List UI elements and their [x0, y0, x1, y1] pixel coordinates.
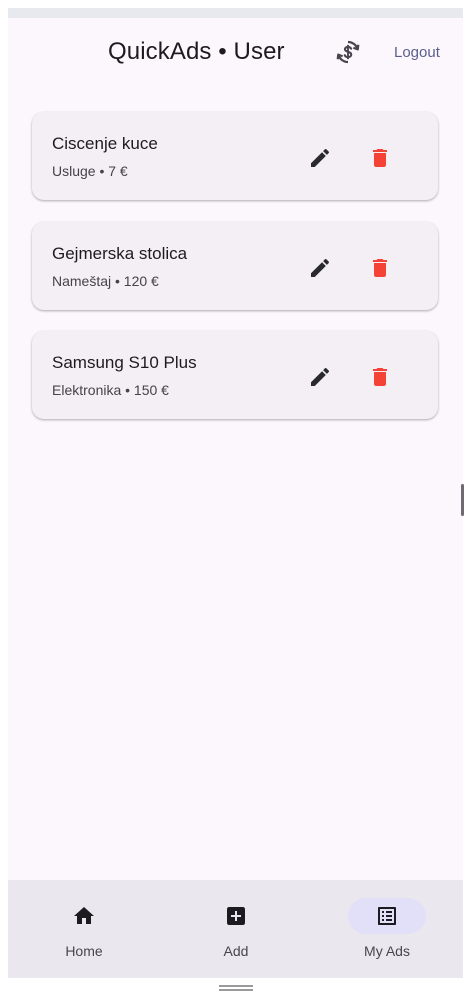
status-strip [8, 8, 463, 18]
edit-ad-button[interactable] [302, 359, 338, 395]
add-box-icon [227, 907, 245, 925]
nav-label: Add [223, 943, 249, 959]
pencil-icon [311, 367, 330, 386]
ad-title: Samsung S10 Plus [52, 353, 197, 372]
nav-active-indicator [348, 898, 426, 934]
logout-button[interactable]: Logout [394, 44, 440, 61]
currency-sync-button[interactable] [330, 34, 366, 70]
scrollbar-handle[interactable] [461, 484, 464, 516]
ad-title: Ciscenje kuce [52, 134, 158, 153]
ad-card[interactable]: Gejmerska stolica Nameštaj • 120 € [32, 222, 438, 310]
gesture-handle[interactable] [219, 985, 253, 991]
app-bar: QuickAds • User Logout [8, 18, 463, 90]
app-screen: QuickAds • User Logout Ciscenje kuce Usl… [8, 18, 463, 978]
nav-indicator [197, 898, 275, 934]
delete-ad-button[interactable] [362, 359, 398, 395]
nav-label: Home [65, 943, 103, 959]
page-title: QuickAds • User [108, 38, 285, 65]
edit-ad-button[interactable] [302, 140, 338, 176]
ad-card[interactable]: Samsung S10 Plus Elektronika • 150 € [32, 331, 438, 419]
delete-ad-button[interactable] [362, 250, 398, 286]
list-alt-icon [378, 907, 396, 925]
edit-ad-button[interactable] [302, 250, 338, 286]
ad-card[interactable]: Ciscenje kuce Usluge • 7 € [32, 112, 438, 200]
nav-item-add[interactable]: Add [160, 880, 312, 978]
trash-icon [373, 149, 387, 167]
delete-ad-button[interactable] [362, 140, 398, 176]
trash-icon [373, 259, 387, 277]
pencil-icon [311, 258, 330, 277]
home-icon [74, 907, 94, 924]
ad-subtitle: Elektronika • 150 € [52, 382, 169, 398]
nav-item-home[interactable]: Home [8, 880, 160, 978]
trash-icon [373, 368, 387, 386]
nav-item-my-ads[interactable]: My Ads [311, 880, 463, 978]
ad-subtitle: Nameštaj • 120 € [52, 273, 159, 289]
pencil-icon [311, 148, 330, 167]
ad-subtitle: Usluge • 7 € [52, 163, 128, 179]
currency-sync-icon [336, 40, 360, 64]
ad-title: Gejmerska stolica [52, 244, 188, 263]
nav-indicator [45, 898, 123, 934]
bottom-navigation: Home Add My Ads [8, 880, 463, 978]
nav-label: My Ads [364, 943, 410, 959]
